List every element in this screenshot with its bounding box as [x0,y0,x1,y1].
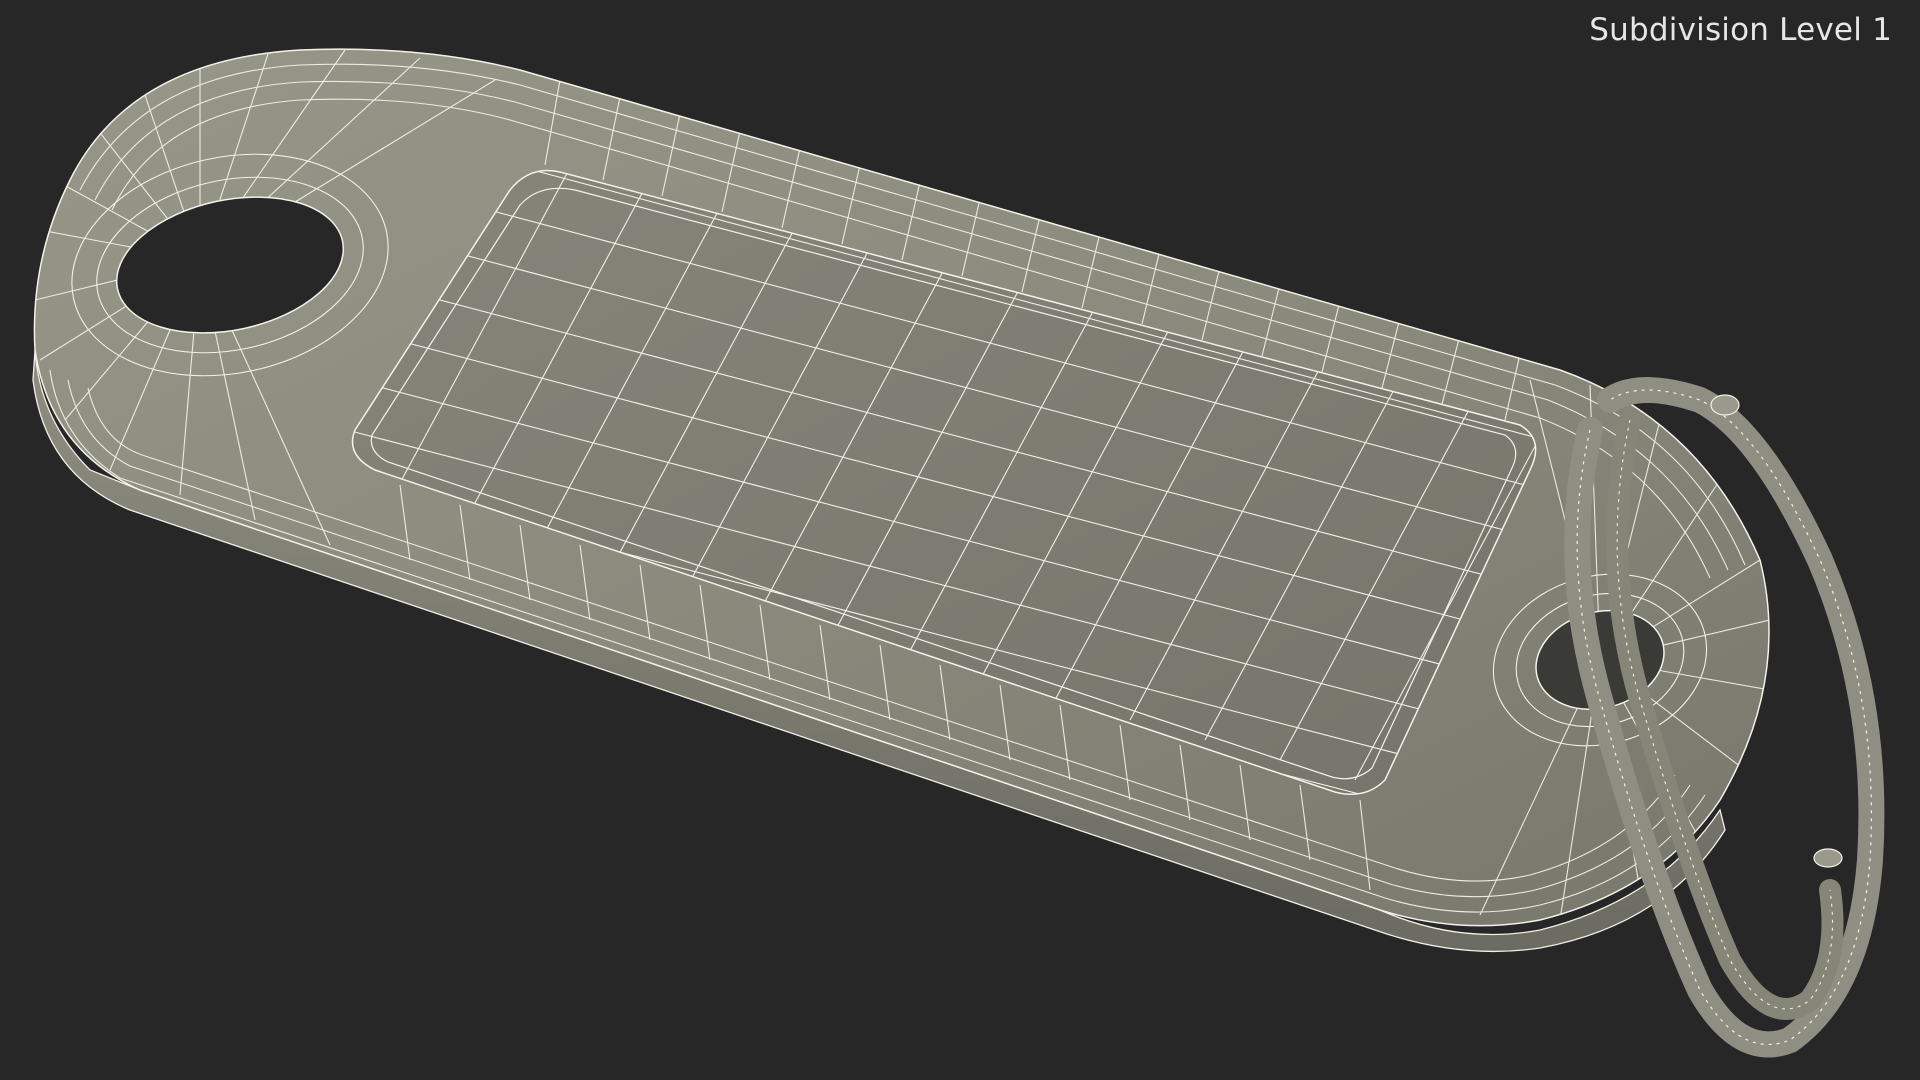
render-viewport: Subdivision Level 1 [0,0,1920,1080]
subdivision-level-label: Subdivision Level 1 [1589,12,1892,48]
keychain-tag-wireframe-render [32,48,1885,1058]
